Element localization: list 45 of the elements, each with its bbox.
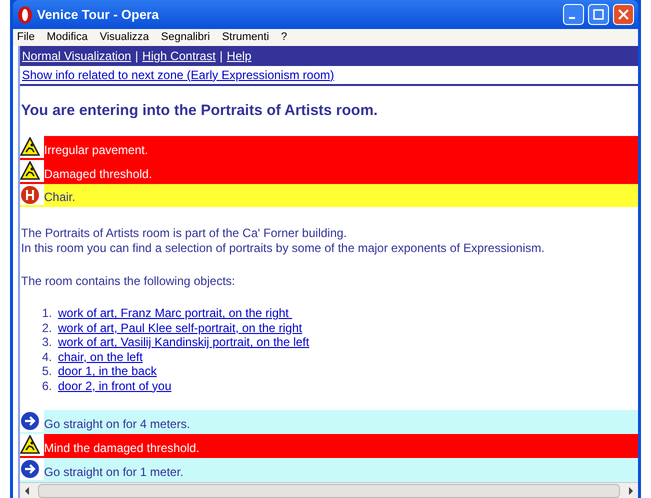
minimize-icon[interactable] [563, 4, 584, 25]
menu-item[interactable]: Strumenti [222, 29, 270, 46]
object-link[interactable]: door 2, in front of you [58, 378, 172, 394]
list-number: 6. [40, 378, 52, 394]
list-number: 2. [40, 320, 52, 336]
list-number: 4. [40, 350, 52, 364]
objects-intro-text: The room contains the following objects: [20, 273, 236, 290]
menu-item[interactable]: File [17, 29, 35, 46]
object-link[interactable]: door 1, in the back [58, 364, 157, 379]
page-heading: You are entering into the Portraits of Artists room. [20, 100, 379, 121]
notice-text: Chair. [44, 189, 76, 206]
next-zone-link[interactable]: Show info related to next zone (Early Expressionism room) [22, 66, 334, 84]
notice-text: Damaged threshold. [44, 166, 152, 183]
list-number: 3. [40, 335, 52, 350]
maximize-icon[interactable] [588, 4, 609, 25]
separator-text: | [220, 48, 223, 65]
notice-text: Mind the damaged threshold. [44, 440, 200, 458]
nav-link[interactable]: Help [226, 46, 252, 65]
arrow-right-icon [20, 459, 40, 480]
close-icon[interactable] [613, 4, 634, 25]
description-text: In this room you can find a selection of portraits by some of the major exponents of Expressionism. [21, 241, 546, 256]
menu-item[interactable]: Segnalibri [161, 29, 210, 46]
window-title: Venice Tour - Opera [37, 6, 160, 24]
object-link[interactable]: work of art, Franz Marc portrait, on the right [58, 306, 292, 321]
object-link[interactable]: work of art, Paul Klee self-portrait, on the right [58, 320, 302, 336]
menu-item[interactable]: ? [281, 29, 288, 46]
notice-text: Irregular pavement. [44, 142, 148, 159]
notice-text: Go straight on for 4 meters. [44, 416, 190, 434]
separator-text: | [135, 48, 138, 65]
nav-link[interactable]: High Contrast [142, 46, 216, 65]
list-number: 1. [40, 306, 52, 321]
warning-icon [20, 435, 40, 456]
menu-item[interactable]: Visualizza [100, 29, 150, 46]
object-link[interactable]: chair, on the left [58, 350, 143, 364]
warning-icon [20, 160, 40, 181]
menu-item[interactable]: Modifica [46, 29, 88, 46]
object-link[interactable]: work of art, Vasilij Kandinskij portrait, on the left [58, 335, 310, 350]
description-text: The Portraits of Artists room is part of the Ca' Forner building. [21, 226, 348, 242]
notice-text: Go straight on for 1 meter. [44, 464, 184, 482]
list-number: 5. [40, 364, 52, 379]
info-icon [20, 184, 40, 205]
nav-link[interactable]: Normal Visualization [22, 46, 132, 65]
arrow-right-icon [20, 411, 40, 432]
app-logo-icon [17, 6, 33, 24]
warning-icon [20, 137, 40, 158]
